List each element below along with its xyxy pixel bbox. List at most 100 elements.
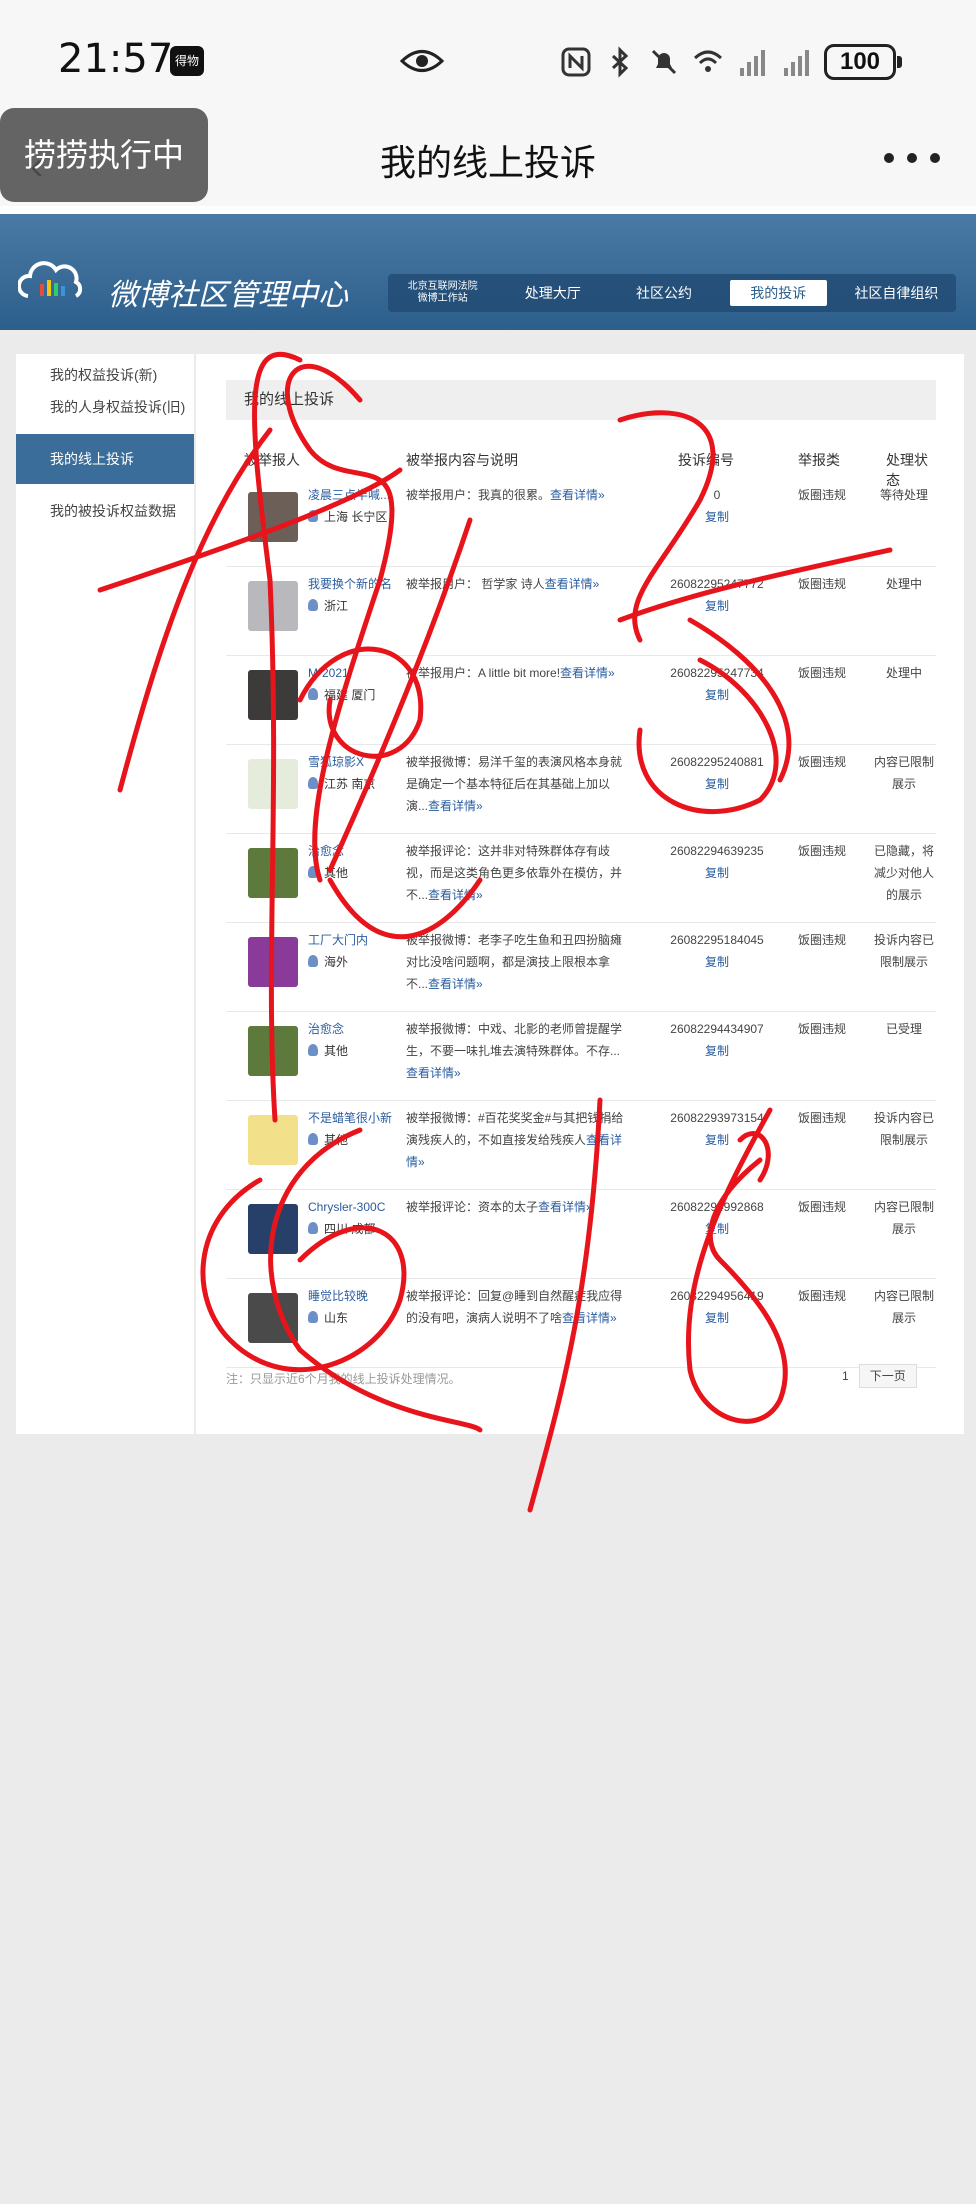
location-pin-icon	[308, 1311, 318, 1323]
view-details-link[interactable]: 查看详情»	[428, 799, 483, 813]
reported-user-name[interactable]: Chrysler-300C	[308, 1196, 398, 1218]
reported-user-name[interactable]: 雪狐琼影X	[308, 751, 398, 773]
location-text: 江苏 南京	[324, 777, 376, 791]
wifi-icon	[693, 50, 723, 72]
sidebar-item-complained-data[interactable]: 我的被投诉权益数据	[16, 494, 194, 528]
avatar[interactable]	[248, 848, 298, 898]
location-pin-icon	[308, 777, 318, 789]
user-location: 海外	[308, 951, 348, 973]
signal-2-icon	[784, 50, 809, 76]
view-details-link[interactable]: 查看详情»	[562, 1311, 617, 1325]
table-row: 不是蜡笔很小新 其他 被举报微博：#百花奖奖金#与其把钱捐给演残疾人的，不如直接发给…	[226, 1101, 936, 1190]
section-title: 我的线上投诉	[226, 380, 936, 420]
copy-link[interactable]: 复制	[662, 862, 772, 884]
reported-user-name[interactable]: 睡觉比较晚	[308, 1285, 398, 1307]
complaint-status: 处理中	[885, 666, 922, 680]
view-details-link[interactable]: 查看详情»	[428, 888, 483, 902]
reported-user-name[interactable]: 我要换个新的名	[308, 573, 398, 595]
sidebar-item-online-complaints[interactable]: 我的线上投诉	[16, 434, 194, 484]
copy-link[interactable]: 复制	[662, 951, 772, 973]
nav-hall[interactable]: 处理大厅	[497, 280, 608, 306]
location-text: 福建 厦门	[324, 688, 376, 702]
avatar[interactable]	[248, 759, 298, 809]
complaint-id: 26082294956419	[670, 1289, 764, 1303]
complaint-status: 投诉内容已限制展示	[873, 933, 934, 969]
reported-user-name[interactable]: 凌晨三点半喊...	[308, 484, 398, 506]
view-details-link[interactable]: 查看详情»	[550, 488, 605, 502]
view-details-link[interactable]: 查看详情»	[406, 1066, 461, 1080]
complaint-status: 投诉内容已限制展示	[873, 1111, 934, 1147]
copy-link[interactable]: 复制	[662, 773, 772, 795]
avatar[interactable]	[248, 1204, 298, 1254]
bluetooth-icon	[611, 46, 629, 78]
view-details-link[interactable]: 查看详情»	[428, 977, 483, 991]
copy-link[interactable]: 复制	[662, 506, 772, 528]
complaint-id: 26082295240881	[670, 755, 764, 769]
nfc-icon	[561, 47, 591, 77]
copy-link[interactable]: 复制	[662, 1040, 772, 1062]
nav-rules[interactable]: 社区公约	[608, 280, 719, 306]
complaint-id: 26082294992868	[670, 1200, 764, 1214]
complaint-status: 内容已限制展示	[873, 1289, 934, 1325]
content-text: 被举报微博：中戏、北影的老师曾提醒学生，不要一味扎堆去演特殊群体。不存...	[406, 1022, 623, 1058]
copy-link[interactable]: 复制	[662, 1307, 772, 1329]
location-text: 山东	[324, 1311, 349, 1325]
app-badge: 得物	[170, 46, 204, 76]
avatar[interactable]	[248, 1026, 298, 1076]
avatar[interactable]	[248, 670, 298, 720]
table-row: 工厂大门内海外 被举报微博：老李子吃生鱼和丑四扮脑瘫对比没啥问题啊，都是演技上限根…	[226, 923, 936, 1012]
avatar[interactable]	[248, 1293, 298, 1343]
location-pin-icon	[308, 1133, 318, 1145]
complaint-category: 饭圈违规	[798, 844, 847, 858]
view-details-link[interactable]: 查看详情»	[560, 666, 615, 680]
reported-user-name[interactable]: 工厂大门内	[308, 929, 398, 951]
view-details-link[interactable]: 查看详情»	[538, 1200, 593, 1214]
column-header-category: 举报类	[798, 452, 840, 468]
nav-my-complaints[interactable]: 我的投诉	[729, 280, 827, 306]
complaint-category: 饭圈违规	[798, 1200, 847, 1214]
copy-link[interactable]: 复制	[662, 595, 772, 617]
table-header: 被举报人 被举报内容与说明 投诉编号 举报类 处理状态	[226, 440, 936, 488]
complaint-id: 26082295247772	[670, 577, 764, 591]
table-row: 我要换个新的名 浙江 被举报用户： 哲学家 诗人查看详情» 2608229524777…	[226, 567, 936, 656]
nav-self-discipline-org[interactable]: 社区自律组织	[837, 280, 956, 306]
avatar[interactable]	[248, 492, 298, 542]
page-body: 我的权益投诉(新) 我的人身权益投诉(旧) 我的线上投诉 我的被投诉权益数据 我…	[0, 330, 976, 1435]
complaint-status: 等待处理	[879, 488, 928, 502]
table-row: 凌晨三点半喊... 上海 长宁区 被举报用户：我真的很累。查看详情» 0 复制 饭圈违规 等…	[226, 478, 936, 567]
sidebar-item-rights-new[interactable]: 我的权益投诉(新)	[16, 360, 194, 390]
user-location: 山东	[308, 1307, 348, 1329]
user-location: 四川 成都	[308, 1218, 375, 1240]
user-location: 福建 厦门	[308, 684, 375, 706]
complaint-content: 被举报微博：老李子吃生鱼和丑四扮脑瘫对比没啥问题啊，都是演技上限根本拿不...查…	[406, 929, 628, 995]
copy-link[interactable]: 复制	[662, 1218, 772, 1240]
avatar[interactable]	[248, 937, 298, 987]
copy-link[interactable]: 复制	[662, 684, 772, 706]
nav-court[interactable]: 北京互联网法院 微博工作站	[388, 280, 497, 306]
user-location: 其他	[308, 1129, 348, 1151]
complaint-content: 被举报评论：这并非对特殊群体存有歧视，而是这类角色更多依靠外在模仿，并不...查…	[406, 840, 628, 906]
location-pin-icon	[308, 866, 318, 878]
location-text: 其他	[324, 1044, 349, 1058]
mute-bell-icon	[651, 49, 677, 75]
reported-user-name[interactable]: M·2021	[308, 662, 398, 684]
more-menu-button[interactable]	[884, 150, 940, 166]
sidebar: 我的权益投诉(新) 我的人身权益投诉(旧) 我的线上投诉 我的被投诉权益数据	[16, 354, 194, 1434]
table-row: 雪狐琼影X 江苏 南京 被举报微博：易洋千玺的表演风格本身就是确定一个基本特征后在其…	[226, 745, 936, 834]
avatar[interactable]	[248, 1115, 298, 1165]
table-row: Chrysler-300C 四川 成都 被举报评论：资本的太子查看详情» 260822…	[226, 1190, 936, 1279]
reported-user-name[interactable]: 治愈念	[308, 840, 398, 862]
complaint-content: 被举报微博：中戏、北影的老师曾提醒学生，不要一味扎堆去演特殊群体。不存... 查看…	[406, 1018, 628, 1084]
location-pin-icon	[308, 599, 318, 611]
reported-user-name[interactable]: 治愈念	[308, 1018, 398, 1040]
status-bar: 21:57 得物 100	[0, 0, 976, 110]
reported-user-name[interactable]: 不是蜡笔很小新	[308, 1107, 398, 1129]
user-location: 浙江	[308, 595, 348, 617]
sidebar-item-personal-rights-old[interactable]: 我的人身权益投诉(旧)	[16, 390, 194, 424]
avatar[interactable]	[248, 581, 298, 631]
location-text: 海外	[324, 955, 349, 969]
complaint-category: 饭圈违规	[798, 933, 847, 947]
view-details-link[interactable]: 查看详情»	[545, 577, 600, 591]
copy-link[interactable]: 复制	[662, 1129, 772, 1151]
next-page-button[interactable]: 下一页	[858, 1364, 917, 1388]
